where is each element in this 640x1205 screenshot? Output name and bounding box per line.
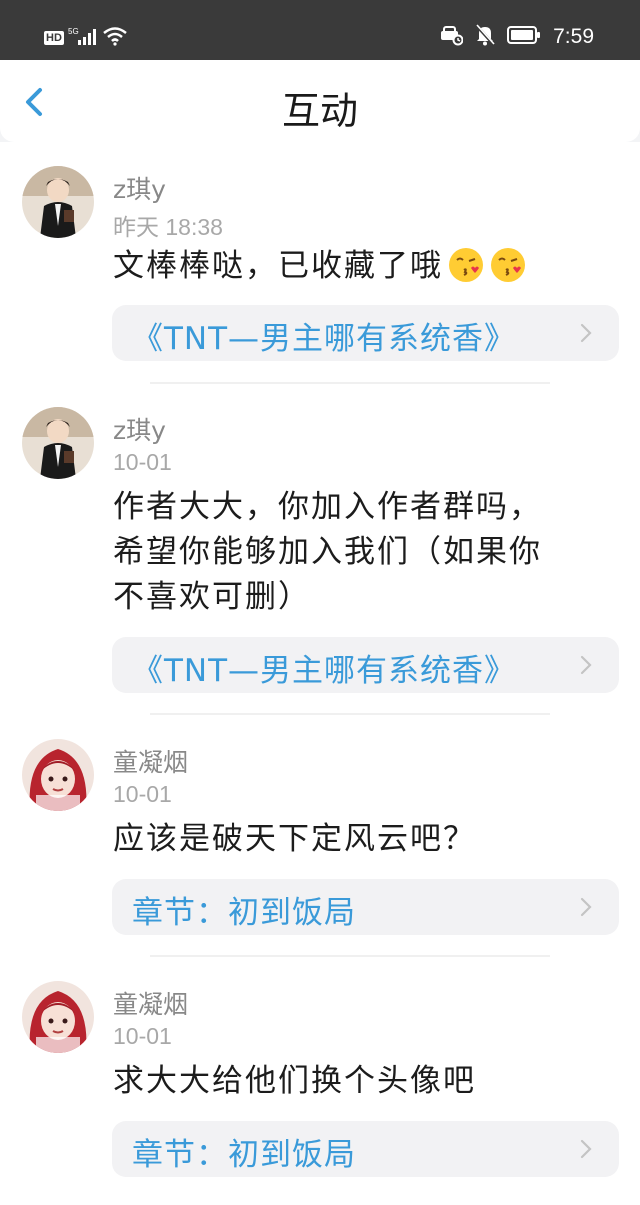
navigation-header: 互动 <box>0 60 640 142</box>
chevron-right-icon <box>580 897 592 917</box>
list-item: 童凝烟 10-01 应该是破天下定风云吧？ 章节：初到饭局 <box>0 717 640 959</box>
avatar-boy-image <box>22 166 94 238</box>
avatar-girl-image <box>22 739 94 811</box>
divider <box>150 713 550 715</box>
kiss-emoji-icon <box>489 246 527 284</box>
comment-text: 文棒棒哒，已收藏了哦 <box>113 244 613 289</box>
chevron-right-icon <box>580 323 592 343</box>
status-bar: HD 5G 7:59 <box>0 0 640 60</box>
timestamp: 10-01 <box>113 1023 172 1049</box>
list-item: 童凝烟 10-01 求大大给他们换个头像吧 章节：初到饭局 <box>0 959 640 1205</box>
avatar[interactable] <box>22 739 94 811</box>
chevron-right-icon <box>580 1139 592 1159</box>
reference-card[interactable]: 章节：初到饭局 <box>112 1121 619 1177</box>
comment-text: 作者大大，你加入作者群吗， 希望你能够加入我们（如果你 不喜欢可删） <box>113 485 613 620</box>
avatar[interactable] <box>22 407 94 479</box>
reference-card[interactable]: 《TNT—男主哪有系统香》 <box>112 637 619 693</box>
reference-card[interactable]: 《TNT—男主哪有系统香》 <box>112 305 619 361</box>
reference-title: 《TNT—男主哪有系统香》 <box>132 321 517 357</box>
reference-card[interactable]: 章节：初到饭局 <box>112 879 619 935</box>
comment-text-body: 文棒棒哒，已收藏了哦 <box>113 248 443 284</box>
status-right: 7:59 <box>439 23 594 50</box>
comment-list: z琪y 昨天 18:38 文棒棒哒，已收藏了哦 《TNT—男主哪有系统香》 z琪… <box>0 142 640 1205</box>
divider <box>150 955 550 957</box>
list-item: z琪y 昨天 18:38 文棒棒哒，已收藏了哦 《TNT—男主哪有系统香》 <box>0 142 640 385</box>
battery-icon <box>507 26 541 48</box>
clock: 7:59 <box>553 25 594 48</box>
comment-text-body: 求大大给他们换个头像吧 <box>113 1063 476 1099</box>
username[interactable]: z琪y <box>113 170 166 206</box>
avatar-girl-image <box>22 981 94 1053</box>
divider <box>150 382 550 384</box>
comment-line: 作者大大，你加入作者群吗， <box>113 489 542 525</box>
page-title: 互动 <box>281 89 358 133</box>
username[interactable]: 童凝烟 <box>113 985 188 1021</box>
car-icon <box>439 24 464 50</box>
timestamp: 10-01 <box>113 449 172 475</box>
comment-text: 应该是破天下定风云吧？ <box>113 817 613 862</box>
kiss-emoji-icon <box>447 246 485 284</box>
list-item: z琪y 10-01 作者大大，你加入作者群吗， 希望你能够加入我们（如果你 不喜… <box>0 385 640 717</box>
wifi-icon <box>102 26 128 50</box>
avatar[interactable] <box>22 981 94 1053</box>
comment-text-body: 应该是破天下定风云吧？ <box>113 821 476 857</box>
comment-line: 不喜欢可删） <box>113 579 311 615</box>
comment-line: 希望你能够加入我们（如果你 <box>113 534 542 570</box>
username[interactable]: z琪y <box>113 411 166 447</box>
avatar-boy-image <box>22 407 94 479</box>
reference-title: 章节：初到饭局 <box>132 895 356 931</box>
network-type-label: 5G <box>68 27 79 36</box>
comment-text: 求大大给他们换个头像吧 <box>113 1059 613 1104</box>
bell-off-icon <box>475 23 496 50</box>
status-left: HD 5G <box>44 26 128 50</box>
avatar[interactable] <box>22 166 94 238</box>
chevron-right-icon <box>580 655 592 675</box>
reference-title: 章节：初到饭局 <box>132 1137 356 1173</box>
signal-icon: 5G <box>68 26 98 50</box>
timestamp: 10-01 <box>113 781 172 807</box>
username[interactable]: 童凝烟 <box>113 743 188 779</box>
hd-badge: HD <box>44 31 64 45</box>
timestamp: 昨天 18:38 <box>113 214 223 240</box>
reference-title: 《TNT—男主哪有系统香》 <box>132 653 517 689</box>
